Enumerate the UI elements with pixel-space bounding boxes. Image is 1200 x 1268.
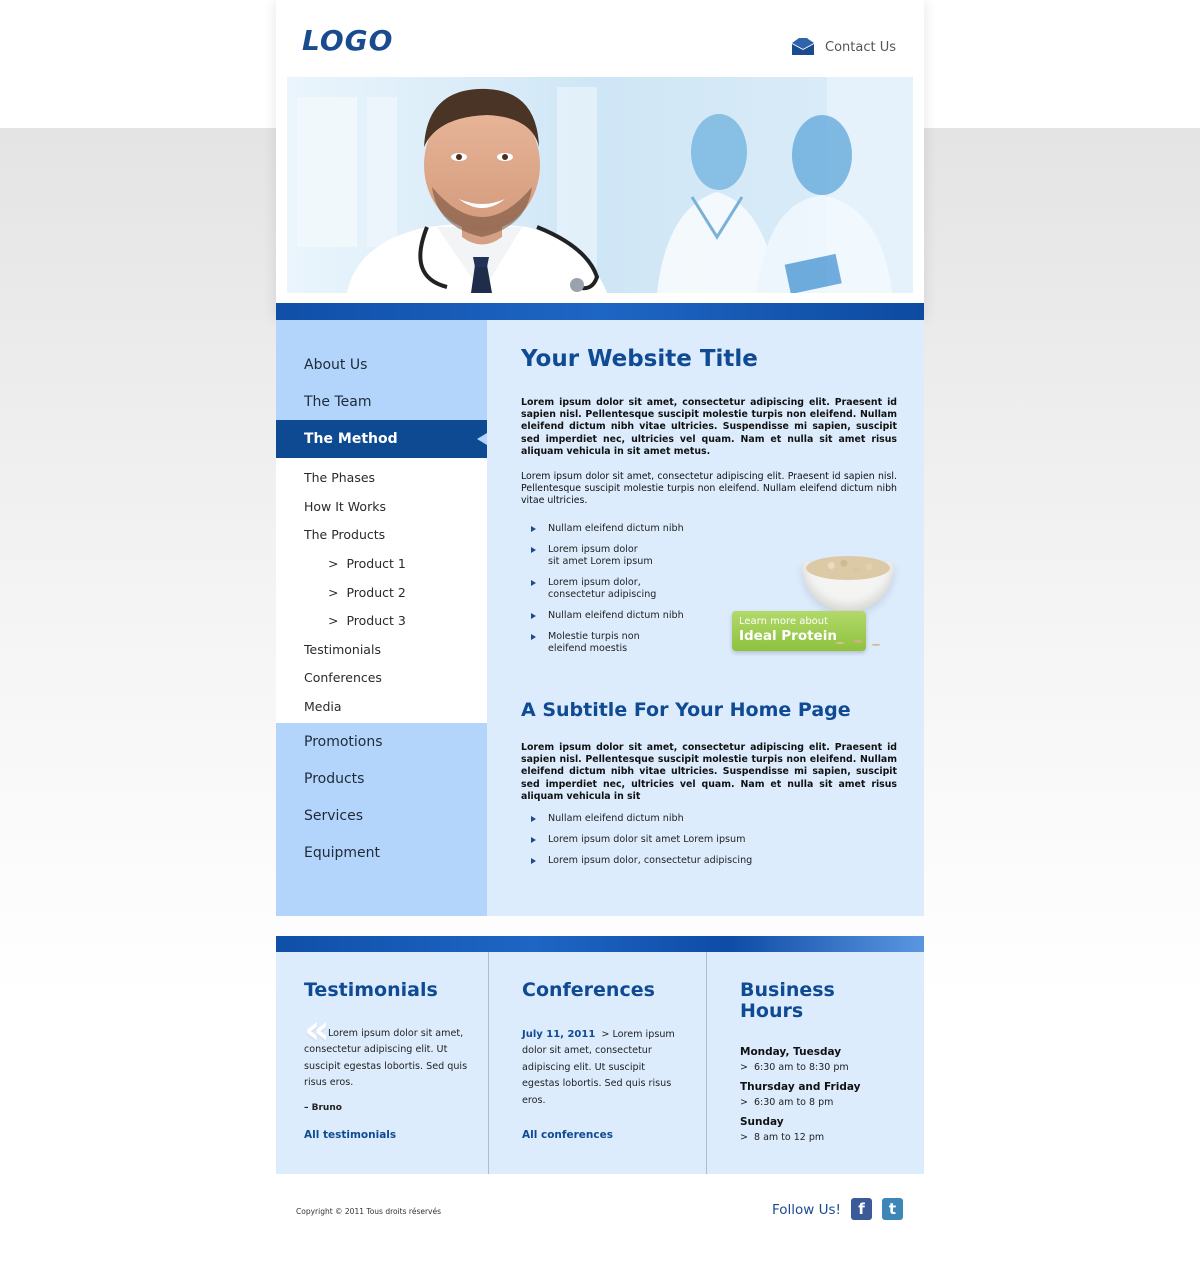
list-item: Nullam eleifend dictum nibh — [531, 813, 752, 825]
hours-day: Thursday and Friday — [740, 1081, 861, 1093]
sidebar-item-equipment[interactable]: Equipment — [304, 845, 380, 861]
chevron-right-icon: > — [328, 585, 339, 600]
grain-image — [828, 634, 888, 652]
subnav-item-how-it-works[interactable]: How It Works — [304, 499, 386, 514]
sidebar-item-products[interactable]: Products — [304, 771, 364, 787]
all-testimonials-link[interactable]: All testimonials — [304, 1129, 396, 1141]
business-hours-title: Business Hours — [740, 979, 835, 1022]
subnav-item-product-3[interactable]: > Product 3 — [328, 613, 406, 628]
conference-text: July 11, 2011 > Lorem ipsum dolor sit am… — [522, 1029, 675, 1106]
promo-line1: Learn more about — [739, 616, 829, 627]
main-content: Your Website Title Lorem ipsum dolor sit… — [487, 320, 924, 916]
feature-list: Nullam eleifend dictum nibh Lorem ipsum … — [531, 523, 684, 655]
subnav-item-testimonials[interactable]: Testimonials — [304, 642, 381, 657]
contact-us-label: Contact Us — [825, 39, 896, 55]
hours-time: > 8 am to 12 pm — [740, 1132, 825, 1143]
subnav-item-label: Product 2 — [346, 585, 406, 600]
testimonial-author: – Bruno — [304, 1103, 342, 1113]
sidebar-item-the-team[interactable]: The Team — [304, 394, 372, 410]
list-item: Nullam eleifend dictum nibh — [531, 523, 684, 535]
list-item: Nullam eleifend dictum nibh — [531, 610, 684, 622]
list-item: Molestie turpis non eleifend moestis — [531, 631, 684, 655]
subnav-item-label: Product 1 — [346, 556, 406, 571]
copyright-text: Copyright © 2011 Tous droits réservés — [296, 1207, 442, 1216]
business-hours-box: Business Hours Monday, Tuesday > 6:30 am… — [706, 952, 924, 1174]
subnav-item-label: Product 3 — [346, 613, 406, 628]
sidebar-item-label: The Method — [304, 431, 398, 447]
oat-image — [806, 556, 890, 580]
conferences-title: Conferences — [522, 979, 655, 1001]
intro-paragraph: Lorem ipsum dolor sit amet, consectetur … — [521, 471, 897, 507]
sidebar-nav: About Us The Team The Method The Phases … — [276, 320, 487, 916]
subtitle-bold-paragraph: Lorem ipsum dolor sit amet, consectetur … — [521, 742, 897, 802]
testimonial-text: Lorem ipsum dolor sit amet, consectetur … — [304, 1028, 468, 1089]
page-title: Your Website Title — [521, 346, 758, 372]
subtitle-list: Nullam eleifend dictum nibh Lorem ipsum … — [531, 813, 752, 867]
hero-illustration — [287, 77, 913, 293]
subnav-item-conferences[interactable]: Conferences — [304, 670, 382, 685]
logo[interactable]: LOGO — [302, 24, 393, 57]
decorative-band — [276, 303, 924, 320]
chevron-right-icon: > — [328, 556, 339, 571]
list-item: Lorem ipsum dolor sit amet Lorem ipsum — [531, 834, 752, 846]
testimonials-title: Testimonials — [304, 979, 438, 1001]
hours-day: Monday, Tuesday — [740, 1046, 842, 1058]
chevron-right-icon: > — [328, 613, 339, 628]
page: LOGO Contact Us About Us The Team The Me… — [276, 0, 924, 1268]
sidebar-item-promotions[interactable]: Promotions — [304, 734, 383, 750]
hours-time: > 6:30 am to 8:30 pm — [740, 1062, 849, 1073]
conference-description: Lorem ipsum dolor sit amet, consectetur … — [522, 1029, 675, 1106]
page-subtitle: A Subtitle For Your Home Page — [521, 699, 851, 721]
sidebar-item-about-us[interactable]: About Us — [304, 357, 367, 373]
subnav-item-product-1[interactable]: > Product 1 — [328, 556, 406, 571]
list-item: Lorem ipsum dolor, consectetur adipiscin… — [531, 577, 684, 601]
hero-image — [287, 77, 913, 293]
all-conferences-link[interactable]: All conferences — [522, 1129, 613, 1141]
sidebar-item-services[interactable]: Services — [304, 808, 363, 824]
ideal-protein-promo[interactable]: Learn more about Ideal Protein — [730, 556, 920, 666]
hours-day: Sunday — [740, 1116, 784, 1128]
subnav-item-the-products[interactable]: The Products — [304, 527, 385, 542]
list-item: Lorem ipsum dolor sit amet Lorem ipsum — [531, 544, 684, 568]
testimonials-box: Testimonials « Lorem ipsum dolor sit ame… — [276, 952, 494, 1174]
sidebar-subnav: The Phases How It Works The Products > P… — [276, 458, 487, 723]
hours-time: > 6:30 am to 8 pm — [740, 1097, 834, 1108]
envelope-icon — [792, 38, 814, 55]
facebook-icon[interactable]: f — [851, 1198, 872, 1220]
contact-us-link[interactable]: Contact Us — [791, 38, 896, 56]
footer-boxes: Testimonials « Lorem ipsum dolor sit ame… — [276, 952, 924, 1174]
intro-bold-paragraph: Lorem ipsum dolor sit amet, consectetur … — [521, 397, 897, 457]
follow-us-label: Follow Us! — [772, 1202, 841, 1218]
conference-date: July 11, 2011 — [522, 1029, 596, 1040]
twitter-icon[interactable]: t — [882, 1198, 903, 1220]
footer-band — [276, 936, 924, 952]
subnav-item-the-phases[interactable]: The Phases — [304, 470, 375, 485]
sidebar-item-the-method[interactable]: The Method — [276, 420, 487, 458]
subnav-item-product-2[interactable]: > Product 2 — [328, 585, 406, 600]
subnav-item-media[interactable]: Media — [304, 699, 342, 714]
list-item: Lorem ipsum dolor, consectetur adipiscin… — [531, 855, 752, 867]
conferences-box: Conferences July 11, 2011 > Lorem ipsum … — [488, 952, 706, 1174]
